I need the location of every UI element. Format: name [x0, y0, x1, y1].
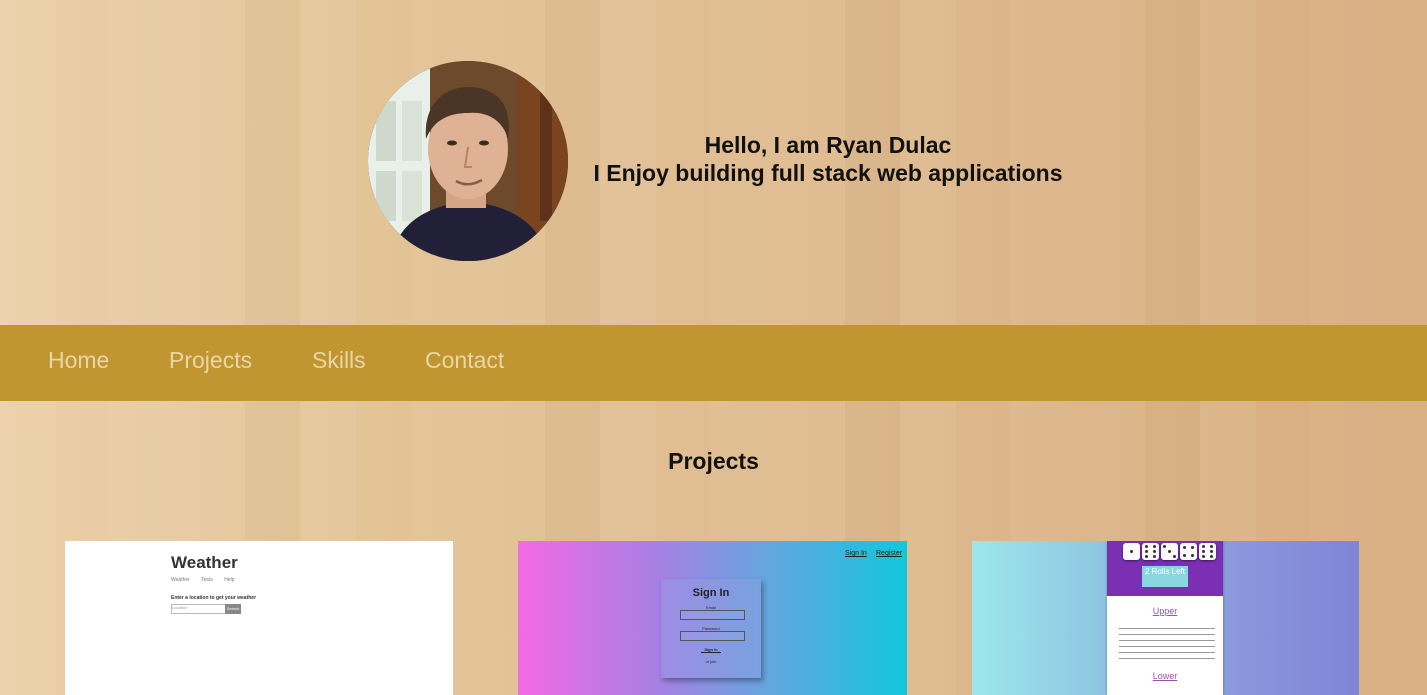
- hero-section: Hello, I am Ryan Dulac I Enjoy building …: [0, 0, 1427, 325]
- signin-top-link: Sign In: [845, 550, 867, 557]
- register-top-link: Register: [876, 550, 903, 557]
- weather-link: Weather: [171, 577, 190, 583]
- weather-link: Tests: [201, 577, 213, 583]
- signin-form-box: Sign In Email Password Sign In or join: [661, 579, 761, 678]
- weather-search-button: Search: [225, 604, 241, 614]
- weather-question: Enter a location to get your weather: [171, 595, 257, 601]
- rolls-left-button: 2 Rolls Left: [1142, 566, 1188, 587]
- nav-item-skills[interactable]: Skills: [312, 347, 366, 374]
- weather-card-title: Weather: [171, 553, 238, 572]
- dice-game-panel: 2 Rolls Left Upper Lower: [1107, 541, 1223, 695]
- nav-item-contact[interactable]: Contact: [425, 347, 504, 374]
- tagline-line: I Enjoy building full stack web applicat…: [593, 160, 1063, 186]
- lower-section-label: Lower: [1152, 671, 1178, 681]
- signin-button: Sign In: [701, 647, 721, 653]
- profile-avatar: [368, 61, 568, 261]
- weather-card-links: Weather Tests Help: [171, 577, 244, 583]
- weather-link: Help: [224, 577, 235, 583]
- die-icon: [1142, 543, 1159, 560]
- main-nav: Home Projects Skills Contact: [0, 325, 1427, 401]
- upper-section-label: Upper: [1152, 606, 1178, 616]
- dice-tray: 2 Rolls Left: [1107, 541, 1223, 596]
- greeting-line: Hello, I am Ryan Dulac: [704, 132, 952, 158]
- die-icon: [1199, 543, 1216, 560]
- nav-item-projects[interactable]: Projects: [169, 347, 252, 374]
- weather-location-input: Location: [171, 604, 227, 614]
- email-field: [680, 610, 745, 620]
- die-icon: [1161, 543, 1178, 560]
- intro-text: Hello, I am Ryan Dulac I Enjoy building …: [560, 131, 1096, 187]
- signin-heading: Sign In: [692, 587, 730, 599]
- projects-heading: Projects: [668, 448, 759, 474]
- register-text: or join: [705, 659, 717, 664]
- die-icon: [1123, 543, 1140, 560]
- profile-photo-icon: [368, 61, 568, 261]
- die-icon: [1180, 543, 1197, 560]
- nav-item-home[interactable]: Home: [48, 347, 109, 374]
- project-card-weather[interactable]: Weather Weather Tests Help Enter a locat…: [65, 541, 453, 695]
- project-card-dice[interactable]: 2 Rolls Left Upper Lower: [972, 541, 1359, 695]
- password-field: [680, 631, 745, 641]
- project-card-signin[interactable]: Sign In Register Sign In Email Password …: [518, 541, 907, 695]
- score-row: [1119, 653, 1215, 659]
